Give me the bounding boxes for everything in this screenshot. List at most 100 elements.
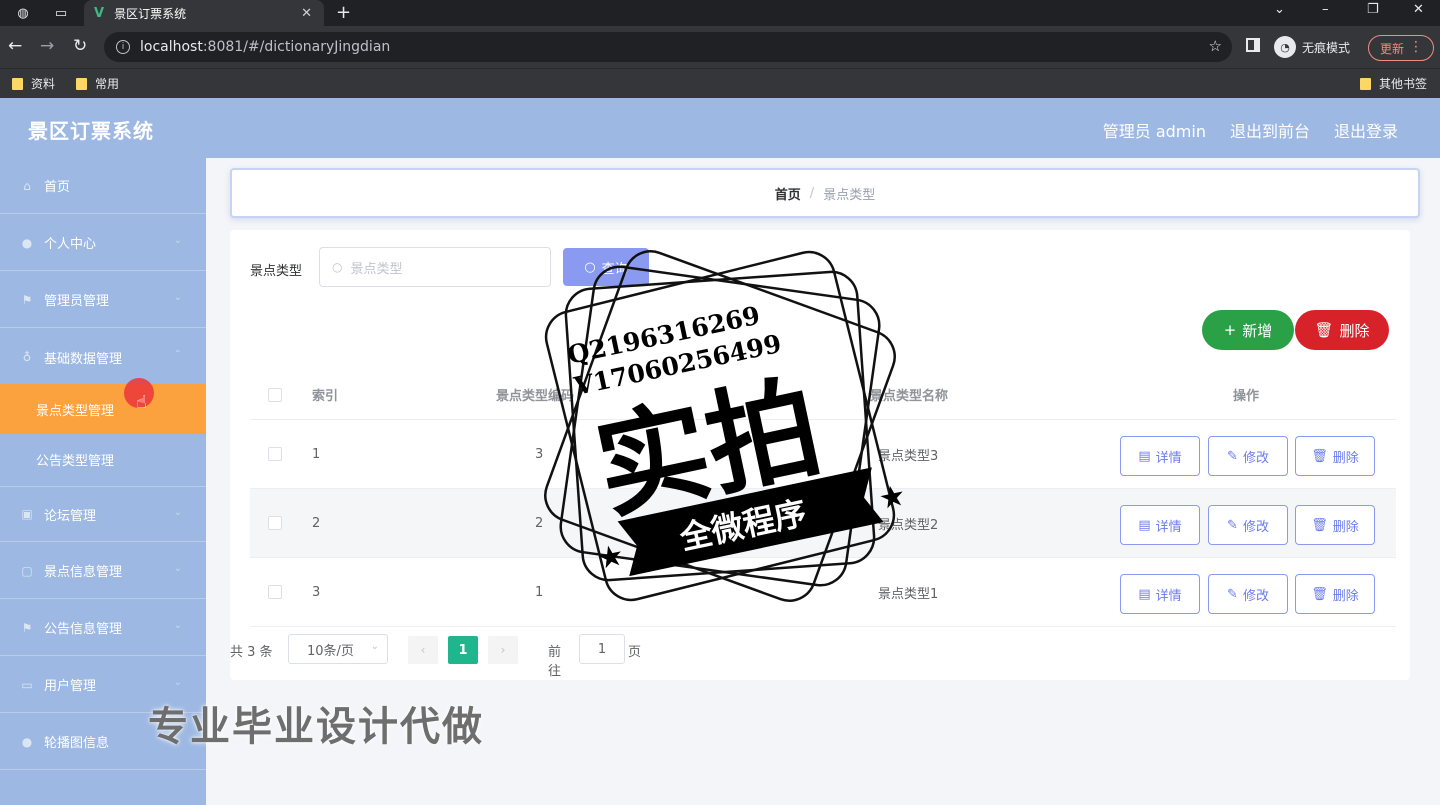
column-header-index: 索引 (312, 389, 339, 404)
flag-icon: ⚑ (21, 620, 33, 635)
prev-page-button[interactable]: ‹ (408, 636, 438, 664)
table-row: 1 3 景点类型3 ▤ 详情 ✎ 修改 🗑 删除 (250, 420, 1396, 489)
sidebar-subitem-label: 公告类型管理 (36, 453, 115, 469)
url-host: localhost (140, 39, 203, 55)
query-button[interactable]: ○ 查询 (563, 248, 649, 286)
browser-tab[interactable]: V 景区订票系统 ✕ (84, 0, 324, 26)
bookmarks-bar: 资料 常用 其他书签 (0, 68, 1440, 98)
more-vert-icon[interactable]: ⋮ (1409, 39, 1423, 55)
breadcrumb-home[interactable]: 首页 (775, 184, 801, 203)
exit-to-front-link[interactable]: 退出到前台 (1230, 118, 1310, 142)
side-panel-icon[interactable] (1246, 38, 1260, 52)
globe-icon[interactable]: ◍ (14, 4, 32, 22)
page-number-active[interactable]: 1 (448, 636, 478, 664)
url-input[interactable]: i localhost:8081/#/dictionaryJingdian ☆ (104, 32, 1232, 62)
detail-button[interactable]: ▤ 详情 (1120, 505, 1200, 545)
bookmark-label: 常用 (95, 77, 120, 91)
incognito-indicator[interactable]: ◔ 无痕模式 (1274, 33, 1350, 61)
detail-button[interactable]: ▤ 详情 (1120, 436, 1200, 476)
browser-tab-bar: ◍ ▭ V 景区订票系统 ✕ + ⌄ – ❐ ✕ (0, 0, 1440, 26)
other-bookmarks[interactable]: 其他书签 (1360, 75, 1427, 92)
row-delete-button[interactable]: 🗑 删除 (1295, 574, 1375, 614)
search-input[interactable]: ○ 景点类型 (319, 247, 551, 287)
detail-label: 详情 (1155, 519, 1182, 535)
forward-arrow-icon[interactable]: → (40, 36, 54, 56)
row-delete-button[interactable]: 🗑 删除 (1295, 436, 1375, 476)
window-close-icon[interactable]: ✕ (1413, 2, 1424, 17)
flag-icon: ⚑ (21, 292, 33, 307)
page-size-value: 10条/页 (307, 643, 354, 659)
sidebar-item-label: 论坛管理 (44, 508, 97, 524)
edit-label: 修改 (1242, 588, 1269, 604)
sidebar-item-scenic-info[interactable]: ▢ 景点信息管理 ⌄ (0, 543, 206, 599)
sidebar-item-notice-info[interactable]: ⚑ 公告信息管理 ⌄ (0, 600, 206, 656)
user-icon: ● (21, 235, 33, 250)
back-arrow-icon[interactable]: ← (8, 36, 22, 56)
user-icon: ● (21, 734, 33, 749)
folder-icon (1360, 77, 1371, 90)
new-tab-icon[interactable]: + (336, 2, 351, 23)
add-button[interactable]: + 新增 (1202, 310, 1294, 350)
cell-code: 2 (535, 515, 544, 531)
select-all-checkbox[interactable] (268, 387, 282, 402)
sidebar-subitem-notice-type[interactable]: 公告类型管理 (0, 434, 206, 484)
breadcrumb-current: 景点类型 (823, 187, 876, 203)
row-delete-label: 删除 (1332, 519, 1359, 535)
info-icon[interactable]: i (116, 40, 130, 54)
row-delete-label: 删除 (1332, 588, 1359, 604)
chevron-down-icon: ⌄ (173, 292, 182, 303)
sidebar-item-base-data[interactable]: ♁ 基础数据管理 ⌃ (0, 329, 206, 385)
edit-button[interactable]: ✎ 修改 (1208, 574, 1288, 614)
row-checkbox[interactable] (268, 585, 282, 599)
chevron-down-icon: ⌄ (370, 641, 379, 652)
sidebar-subitem-scenic-type[interactable]: 景点类型管理 (0, 384, 206, 434)
sidebar-item-forum[interactable]: ▣ 论坛管理 ⌄ (0, 486, 206, 542)
minimize-icon[interactable]: – (1322, 2, 1329, 17)
cell-code: 3 (535, 446, 544, 462)
next-page-button[interactable]: › (488, 636, 518, 664)
document-icon: ▤ (1138, 517, 1151, 533)
breadcrumb-separator: / (809, 185, 815, 201)
column-header-name: 景点类型名称 (870, 389, 949, 404)
bookmark-folder[interactable]: 资料 (12, 75, 55, 92)
close-icon[interactable]: ✕ (301, 6, 312, 21)
batch-delete-button[interactable]: 🗑 删除 (1295, 310, 1389, 350)
sidebar-item-profile[interactable]: ● 个人中心 ⌄ (0, 215, 206, 271)
edit-button[interactable]: ✎ 修改 (1208, 505, 1288, 545)
row-delete-button[interactable]: 🗑 删除 (1295, 505, 1375, 545)
detail-button[interactable]: ▤ 详情 (1120, 574, 1200, 614)
tab-search-icon[interactable]: ▭ (52, 4, 70, 22)
goto-page-input[interactable]: 1 (579, 634, 625, 664)
page-size-select[interactable]: 10条/页 ⌄ (288, 634, 388, 664)
tab-title: 景区订票系统 (114, 6, 187, 21)
chevron-down-icon: ⌄ (173, 563, 182, 574)
star-icon[interactable]: ☆ (1209, 37, 1222, 55)
reload-icon[interactable]: ↻ (73, 36, 87, 56)
document-icon: ▤ (1138, 448, 1151, 464)
logout-link[interactable]: 退出登录 (1334, 118, 1398, 142)
bookmark-folder[interactable]: 常用 (76, 75, 119, 92)
sidebar-item-admins[interactable]: ⚑ 管理员管理 ⌄ (0, 272, 206, 328)
picture-icon: ▣ (21, 507, 33, 521)
bookmark-label: 资料 (31, 77, 56, 91)
trash-icon: 🗑 (1311, 586, 1328, 602)
address-bar: ← → ↻ i localhost:8081/#/dictionaryJingd… (0, 26, 1440, 68)
restore-icon[interactable]: ❐ (1367, 2, 1379, 17)
sidebar-item-label: 轮播图信息 (44, 736, 110, 751)
sidebar-item-label: 基础数据管理 (44, 351, 123, 367)
cell-name: 景点类型1 (878, 586, 939, 602)
admin-user-link[interactable]: 管理员 admin (1103, 118, 1206, 142)
sidebar-item-home[interactable]: ⌂ 首页 (0, 158, 206, 214)
edit-button[interactable]: ✎ 修改 (1208, 436, 1288, 476)
update-button[interactable]: 更新 ⋮ (1368, 35, 1434, 61)
table-row: 3 1 景点类型1 ▤ 详情 ✎ 修改 🗑 删除 (250, 558, 1396, 627)
row-checkbox[interactable] (268, 516, 282, 530)
chevron-down-icon[interactable]: ⌄ (1274, 2, 1285, 17)
sidebar-item-label: 景点信息管理 (44, 565, 123, 580)
sidebar-item-label: 公告信息管理 (44, 622, 123, 637)
table-row: 2 2 景点类型2 ▤ 详情 ✎ 修改 🗑 删除 (250, 489, 1396, 558)
row-checkbox[interactable] (268, 447, 282, 461)
app-header: 景区订票系统 管理员 admin 退出到前台 退出登录 (0, 98, 1440, 158)
document-icon: ▤ (1138, 586, 1151, 602)
pagination-total: 共 3 条 (230, 645, 273, 660)
